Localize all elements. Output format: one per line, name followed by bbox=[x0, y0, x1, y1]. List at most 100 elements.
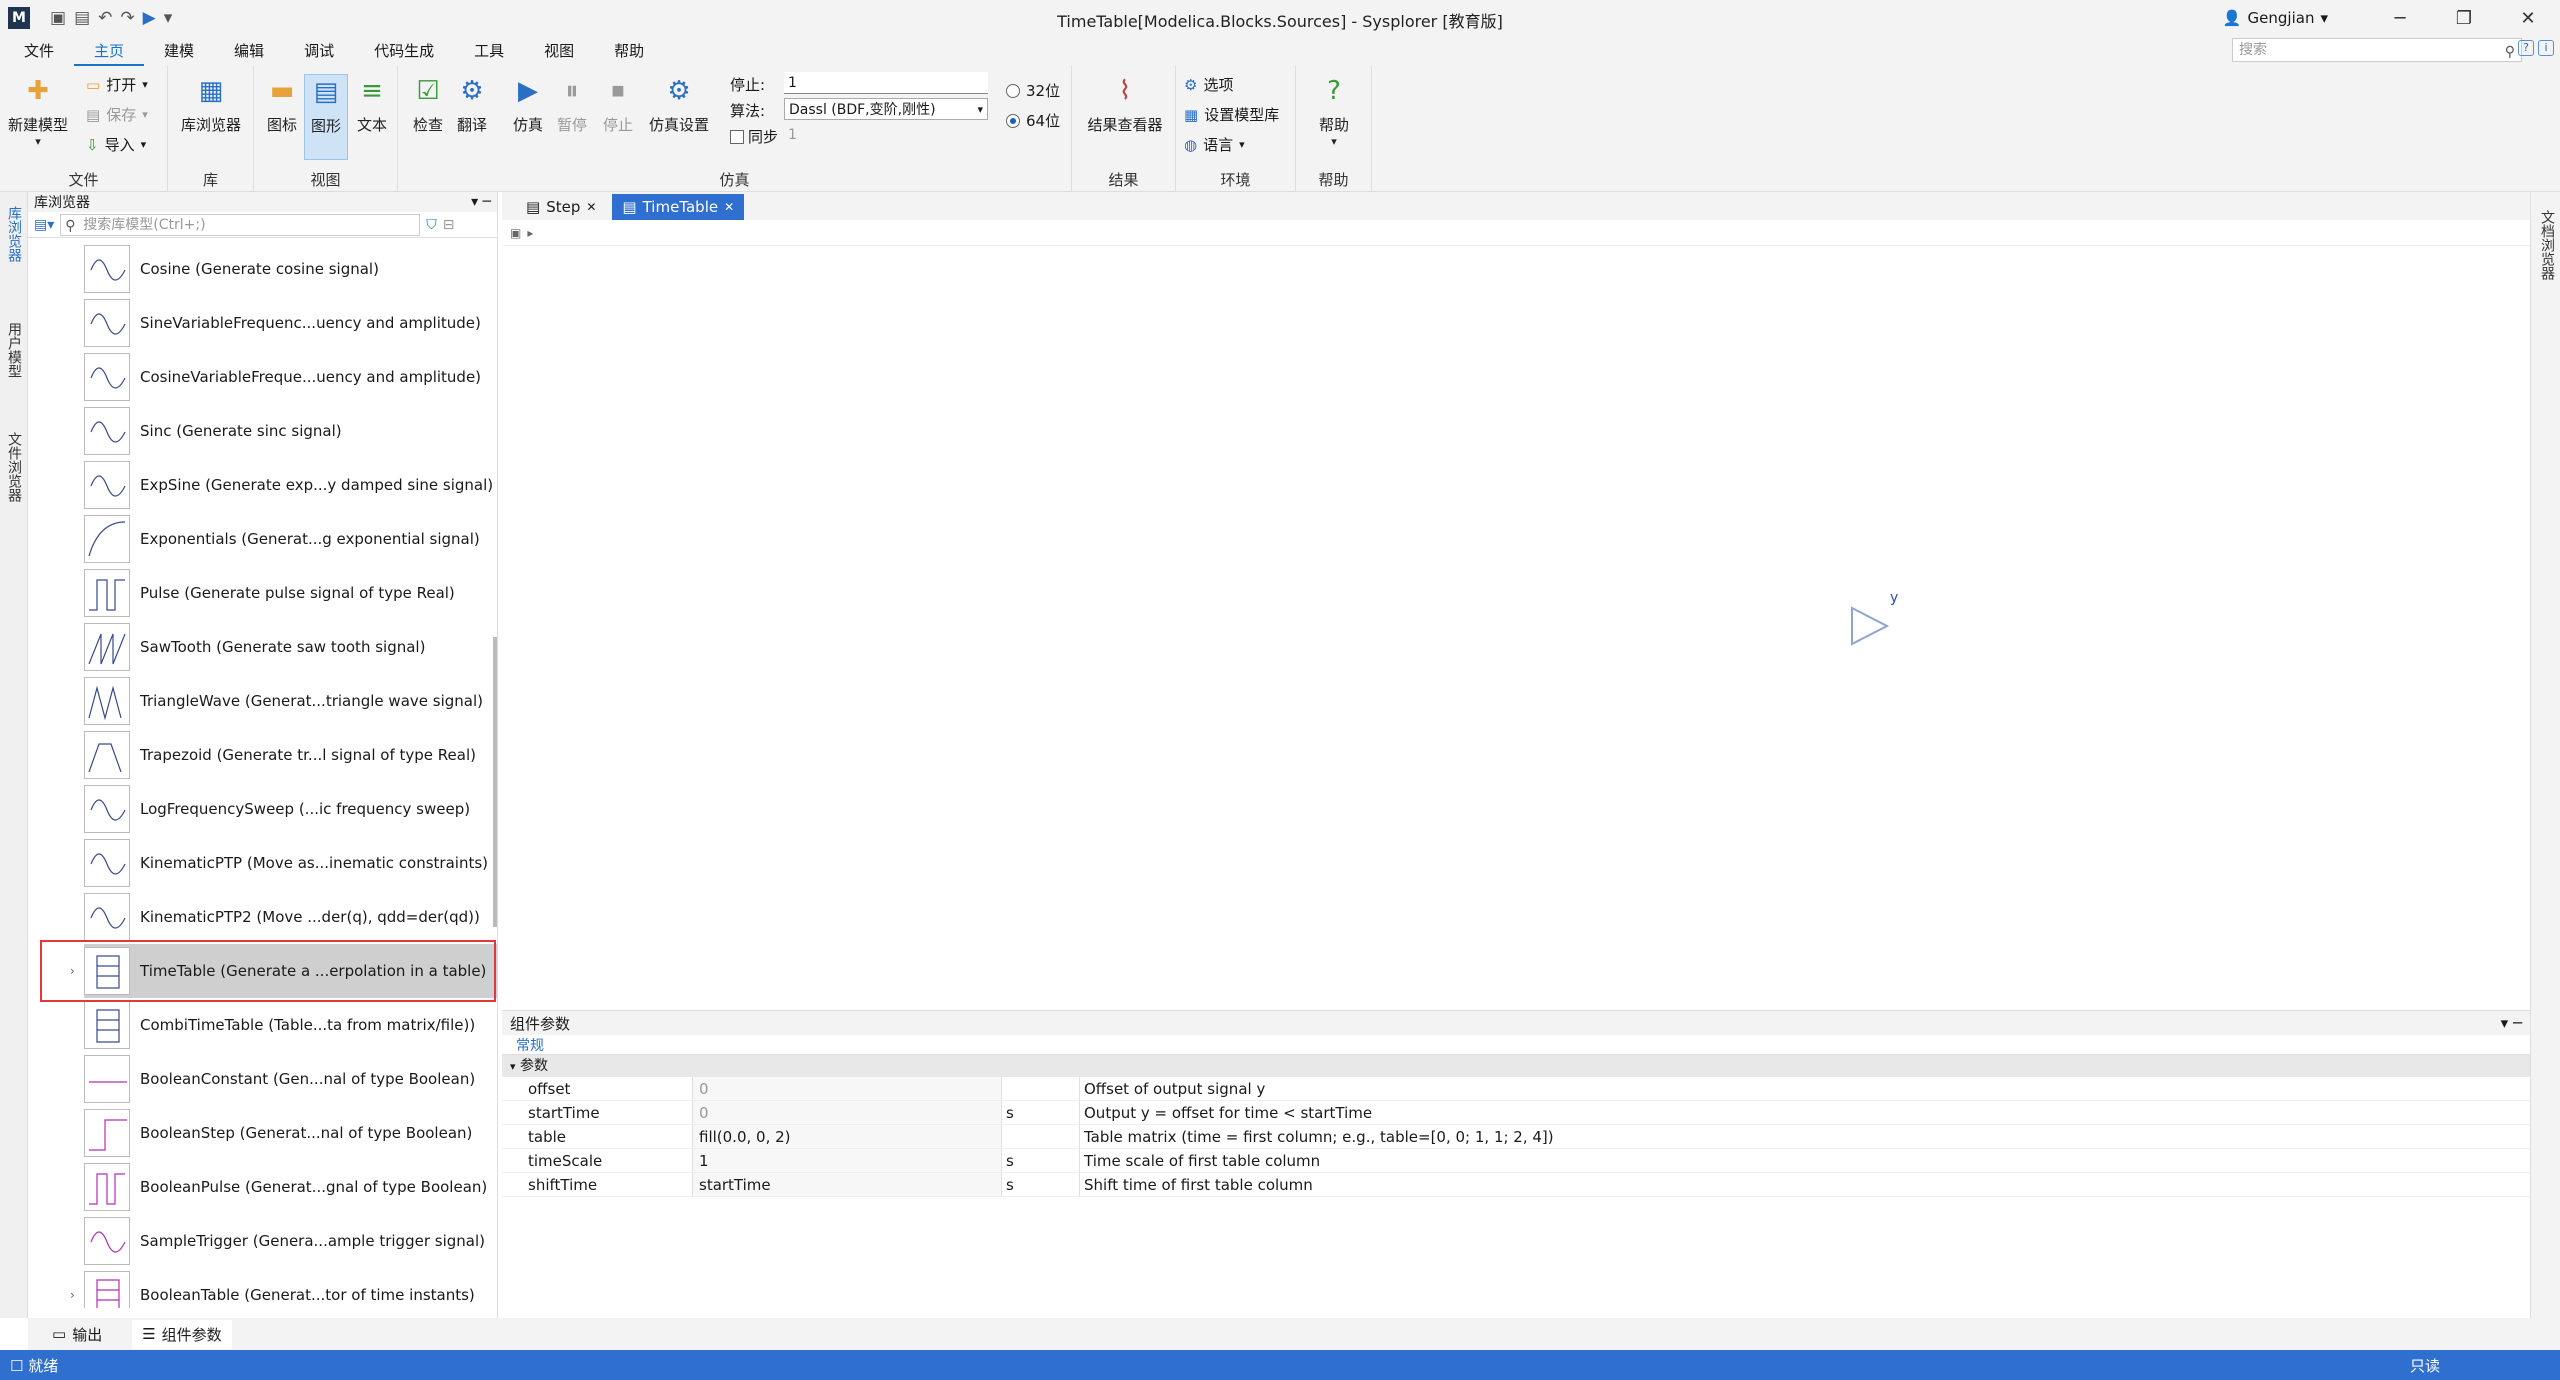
set-library-button[interactable]: ▦ 设置模型库 bbox=[1184, 104, 1279, 125]
close-button[interactable]: ✕ bbox=[2496, 8, 2560, 29]
close-icon[interactable]: ✕ bbox=[724, 200, 734, 214]
param-row: timeScale 1 s Time scale of first table col… bbox=[502, 1149, 2530, 1173]
library-item[interactable]: Trapezoid (Generate tr...l signal of typ… bbox=[84, 728, 497, 782]
library-browser-button[interactable]: ▦ 库浏览器 bbox=[178, 74, 244, 135]
library-item[interactable]: ExpSine (Generate exp...y damped sine si… bbox=[84, 458, 497, 512]
tab-user-models[interactable]: 用户模型 bbox=[4, 322, 24, 378]
panel-menu-icon[interactable]: ▾ ─ bbox=[471, 194, 491, 210]
result-viewer-button[interactable]: ⌇ 结果查看器 bbox=[1082, 74, 1168, 135]
param-value-input[interactable]: 0 bbox=[692, 1101, 1002, 1124]
customize-dropdown-icon[interactable]: ▾ bbox=[164, 8, 173, 28]
user-menu[interactable]: 👤 Gengjian ▾ bbox=[2223, 9, 2328, 27]
library-item[interactable]: TriangleWave (Generat...triangle wave si… bbox=[84, 674, 497, 728]
diagram-view-button[interactable]: ▤ 图形 bbox=[304, 74, 348, 160]
bit32-radio[interactable]: 32位 bbox=[1006, 80, 1060, 101]
diagram-canvas[interactable]: y bbox=[502, 246, 2530, 1010]
sim-settings-button[interactable]: ⚙ 仿真设置 bbox=[646, 74, 712, 135]
library-item[interactable]: BooleanPulse (Generat...gnal of type Boo… bbox=[84, 1160, 497, 1214]
menu-file[interactable]: 文件 bbox=[0, 36, 74, 66]
help-button[interactable]: ? 帮助 ▾ bbox=[1306, 74, 1362, 148]
tab-component-params[interactable]: ☰ 组件参数 bbox=[132, 1319, 232, 1349]
library-item[interactable]: Exponentials (Generat...g exponential si… bbox=[84, 512, 497, 566]
menu-modeling[interactable]: 建模 bbox=[144, 36, 214, 66]
check-button[interactable]: ☑ 检查 bbox=[408, 74, 448, 135]
params-group-header[interactable]: ▾ 参数 bbox=[502, 1055, 2530, 1077]
stop-time-input[interactable]: 1 bbox=[784, 72, 988, 94]
library-item[interactable]: Pulse (Generate pulse signal of type Rea… bbox=[84, 566, 497, 620]
library-item[interactable]: SawTooth (Generate saw tooth signal) bbox=[84, 620, 497, 674]
param-description: Shift time of first table column bbox=[1084, 1176, 1313, 1194]
tab-file-browser[interactable]: 文件浏览器 bbox=[4, 432, 24, 502]
undo-icon[interactable]: ↶ bbox=[98, 8, 112, 28]
algorithm-select[interactable]: Dassl (BDF,变阶,刚性) ▾ bbox=[784, 98, 988, 120]
open-button[interactable]: ▭ 打开 ▾ bbox=[86, 74, 148, 95]
tab-general[interactable]: 常规 bbox=[502, 1035, 2530, 1055]
sinv-block-icon bbox=[84, 299, 130, 347]
info-icon[interactable]: i bbox=[2538, 40, 2554, 56]
tab-output[interactable]: ▭ 输出 bbox=[42, 1320, 112, 1349]
library-view-icon[interactable]: ▤▾ bbox=[34, 217, 54, 233]
translate-button[interactable]: ⚙ 翻译 bbox=[452, 74, 492, 135]
menu-home[interactable]: 主页 bbox=[74, 36, 145, 66]
icon-view-button[interactable]: ▬ 图标 bbox=[262, 74, 302, 135]
bit64-radio[interactable]: 64位 bbox=[1006, 110, 1060, 131]
tab-step[interactable]: ▤ Step ✕ bbox=[516, 194, 607, 220]
restore-button[interactable]: ❐ bbox=[2432, 8, 2496, 29]
library-item[interactable]: KinematicPTP2 (Move ...der(q), qdd=der(q… bbox=[84, 890, 497, 944]
pause-button[interactable]: ⏸ 暂停 bbox=[552, 74, 592, 135]
library-item[interactable]: LogFrequencySweep (...ic frequency sweep… bbox=[84, 782, 497, 836]
menu-codegen[interactable]: 代码生成 bbox=[354, 36, 454, 66]
panel-menu-icon[interactable]: ▾ ─ bbox=[2501, 1014, 2522, 1032]
save-icon[interactable]: ▤ bbox=[74, 8, 90, 28]
simulate-button[interactable]: ▶ 仿真 bbox=[508, 74, 548, 135]
menu-help[interactable]: 帮助 bbox=[594, 36, 664, 66]
menu-debug[interactable]: 调试 bbox=[284, 36, 354, 66]
library-search-input[interactable]: ⚲ 搜索库模型(Ctrl+;) bbox=[60, 213, 421, 236]
library-scrollbar[interactable] bbox=[493, 637, 497, 927]
collapse-icon[interactable]: ⊟ bbox=[443, 217, 455, 233]
run-icon[interactable]: ▶ bbox=[143, 8, 156, 28]
sync-value-input[interactable]: 1 bbox=[784, 124, 988, 146]
import-button[interactable]: ⇩ 导入 ▾ bbox=[86, 134, 146, 155]
tab-doc-browser[interactable]: 文档浏览器 bbox=[2537, 210, 2557, 280]
menu-edit[interactable]: 编辑 bbox=[214, 36, 284, 66]
expand-icon[interactable]: › bbox=[70, 1288, 75, 1302]
library-item[interactable]: BooleanTable (Generat...tor of time inst… bbox=[70, 1268, 497, 1308]
status-left: ☐ 就绪 bbox=[10, 1356, 59, 1375]
library-item[interactable]: Sinc (Generate sinc signal) bbox=[84, 404, 497, 458]
library-item[interactable]: BooleanConstant (Gen...nal of type Boole… bbox=[84, 1052, 497, 1106]
chevron-right-icon[interactable]: ▸ bbox=[527, 226, 533, 240]
library-item[interactable]: Cosine (Generate cosine signal) bbox=[84, 242, 497, 296]
close-icon[interactable]: ✕ bbox=[586, 200, 596, 214]
param-value-input[interactable]: 1 bbox=[692, 1149, 1002, 1172]
library-item[interactable]: SineVariableFrequenc...uency and amplitu… bbox=[84, 296, 497, 350]
param-value-input[interactable]: 0 bbox=[692, 1077, 1002, 1100]
redo-icon[interactable]: ↷ bbox=[120, 8, 134, 28]
library-item[interactable]: CosineVariableFreque...uency and amplitu… bbox=[84, 350, 497, 404]
param-value-input[interactable]: startTime bbox=[692, 1173, 1002, 1196]
text-view-button[interactable]: ≡ 文本 bbox=[352, 74, 392, 135]
model-icon[interactable]: ▣ bbox=[510, 226, 521, 240]
sync-checkbox[interactable]: 同步 bbox=[730, 126, 778, 147]
filter-icon[interactable]: ⛉ bbox=[426, 217, 437, 233]
language-button[interactable]: ◍ 语言 ▾ bbox=[1184, 134, 1245, 155]
app-logo-icon[interactable]: M bbox=[8, 7, 30, 29]
options-button[interactable]: ⚙ 选项 bbox=[1184, 74, 1233, 95]
menu-view[interactable]: 视图 bbox=[524, 36, 594, 66]
new-model-button[interactable]: ✚ 新建模型 ▾ bbox=[8, 74, 68, 148]
global-search-input[interactable]: 搜索 ⚲ bbox=[2232, 38, 2522, 62]
minimize-button[interactable]: ─ bbox=[2368, 8, 2432, 29]
help-icon[interactable]: ? bbox=[2518, 40, 2534, 56]
tab-library-browser[interactable]: 库浏览器 bbox=[4, 206, 24, 262]
library-item[interactable]: SampleTrigger (Genera...ample trigger si… bbox=[84, 1214, 497, 1268]
tab-timetable[interactable]: ▤ TimeTable ✕ bbox=[612, 194, 745, 220]
stop-button[interactable]: ⏹ 停止 bbox=[598, 74, 638, 135]
library-item[interactable]: BooleanStep (Generat...nal of type Boole… bbox=[84, 1106, 497, 1160]
settings-icon: ⚙ bbox=[667, 76, 691, 106]
library-item[interactable]: KinematicPTP (Move as...inematic constra… bbox=[84, 836, 497, 890]
library-item[interactable]: CombiTimeTable (Table...ta from matrix/f… bbox=[84, 998, 497, 1052]
save-button[interactable]: ▤ 保存 ▾ bbox=[86, 104, 148, 125]
menu-tools[interactable]: 工具 bbox=[454, 36, 524, 66]
param-value-input[interactable]: fill(0.0, 0, 2) bbox=[692, 1125, 1002, 1148]
open-folder-icon[interactable]: ▣ bbox=[50, 8, 66, 28]
